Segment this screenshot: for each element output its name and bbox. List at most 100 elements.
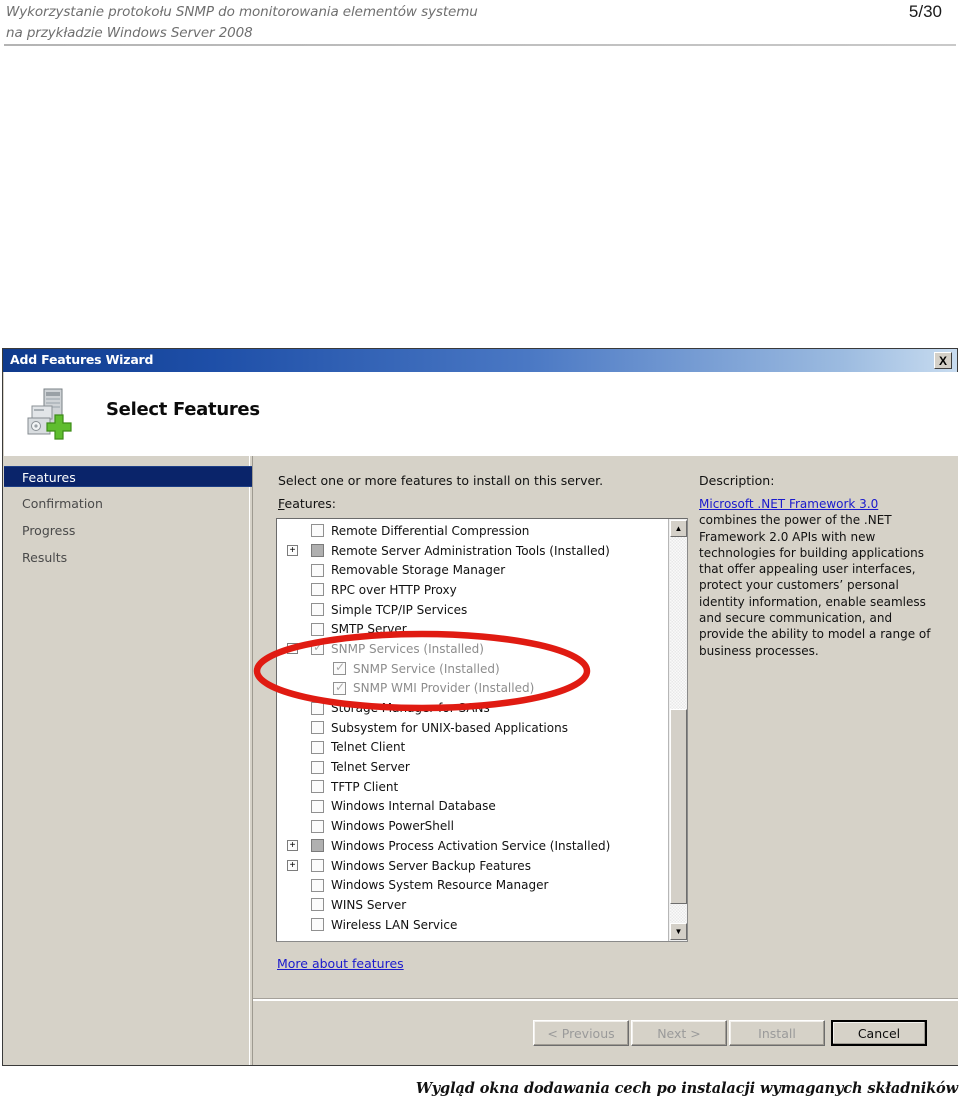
feature-label: WINS Server (331, 897, 407, 912)
window-title-text: Add Features Wizard (10, 352, 154, 367)
tree-row[interactable]: Windows System Resource Manager (277, 875, 669, 895)
feature-checkbox[interactable] (311, 563, 324, 577)
next-button-label: Next > (657, 1025, 701, 1041)
description-label: Description: (699, 473, 775, 488)
features-label-rest: eatures: (284, 496, 336, 511)
feature-label: Wireless LAN Service (331, 917, 458, 932)
feature-label: SNMP Services (Installed) (331, 641, 484, 656)
install-button-label: Install (758, 1025, 796, 1041)
feature-checkbox[interactable] (311, 760, 324, 774)
expand-icon[interactable]: + (287, 860, 298, 872)
scroll-down-icon[interactable]: ▼ (670, 923, 687, 940)
tree-row[interactable]: SNMP Service (Installed) (277, 659, 669, 679)
sidebar-item-features[interactable]: Features (4, 466, 252, 487)
install-button[interactable]: Install (729, 1020, 825, 1046)
instruction-text: Select one or more features to install o… (278, 473, 604, 488)
feature-label: Telnet Server (331, 760, 410, 775)
feature-checkbox[interactable] (333, 660, 346, 676)
feature-checkbox[interactable] (311, 878, 324, 892)
tree-row[interactable]: WINS Server (277, 895, 669, 915)
feature-checkbox[interactable] (311, 819, 324, 833)
features-tree-scrollbar[interactable]: ▲ ▼ (668, 519, 687, 941)
feature-checkbox[interactable] (311, 701, 324, 715)
scrollbar-thumb[interactable] (670, 709, 687, 904)
feature-checkbox[interactable] (311, 544, 324, 558)
add-features-wizard-window: Add Features Wizard X Select Features Fe… (2, 348, 958, 1066)
sidebar-item-progress[interactable]: Progress (12, 520, 248, 541)
sidebar-item-results[interactable]: Results (12, 547, 248, 568)
feature-label: RPC over HTTP Proxy (331, 582, 457, 597)
collapse-icon[interactable]: − (287, 643, 298, 655)
tree-row[interactable]: − SNMP Services (Installed) (277, 639, 669, 659)
feature-checkbox[interactable] (311, 721, 324, 735)
footer-divider (253, 998, 958, 1001)
wizard-steps-sidebar: Features Confirmation Progress Results (4, 456, 252, 1065)
feature-label: TFTP Client (331, 779, 399, 794)
description-pane: Microsoft .NET Framework 3.0 combines th… (699, 496, 939, 659)
expand-icon[interactable]: + (287, 840, 298, 852)
wizard-banner: Select Features (4, 372, 958, 456)
page-number: 5/30 (908, 2, 942, 21)
feature-checkbox[interactable] (311, 640, 324, 656)
feature-label: SMTP Server (331, 622, 407, 637)
feature-label: SNMP Service (Installed) (353, 661, 500, 676)
feature-checkbox[interactable] (311, 583, 324, 597)
features-tree[interactable]: Remote Differential Compression + Remote … (276, 518, 688, 942)
page-header-title: Wykorzystanie protokołu SNMP do monitoro… (6, 2, 626, 44)
tree-row[interactable]: Remote Differential Compression (277, 521, 669, 541)
tree-row[interactable]: Storage Manager for SANs (277, 698, 669, 718)
tree-row[interactable]: SNMP WMI Provider (Installed) (277, 679, 669, 699)
feature-label: Windows System Resource Manager (331, 878, 549, 893)
feature-checkbox[interactable] (333, 680, 346, 695)
features-label: Features: (278, 496, 336, 511)
description-body: combines the power of the .NET Framework… (699, 513, 931, 658)
cancel-button-label: Cancel (857, 1025, 901, 1041)
feature-label: Simple TCP/IP Services (331, 602, 468, 617)
banner-title: Select Features (106, 399, 260, 420)
tree-row[interactable]: Windows Internal Database (277, 797, 669, 817)
tree-row[interactable]: Simple TCP/IP Services (277, 600, 669, 620)
figure-caption: Wygląd okna dodawania cech po instalacji… (415, 1080, 958, 1097)
window-body: Features Confirmation Progress Results S… (4, 456, 958, 1065)
feature-checkbox[interactable] (311, 859, 324, 873)
feature-label: Windows PowerShell (331, 819, 454, 834)
feature-label: Telnet Client (331, 740, 406, 755)
feature-checkbox[interactable] (311, 622, 324, 636)
feature-checkbox[interactable] (311, 918, 324, 932)
feature-checkbox[interactable] (311, 603, 324, 617)
page-header-title-line2: na przykładzie Windows Server 2008 (6, 25, 253, 41)
tree-row[interactable]: TFTP Client (277, 777, 669, 797)
tree-row[interactable]: Subsystem for UNIX-based Applications (277, 718, 669, 738)
tree-row[interactable]: + Windows Process Activation Service (Ins… (277, 836, 669, 856)
close-icon[interactable]: X (934, 352, 952, 369)
cancel-button[interactable]: Cancel (831, 1020, 927, 1046)
feature-checkbox[interactable] (311, 524, 324, 538)
tree-row[interactable]: Wireless LAN Service (277, 915, 669, 935)
tree-row[interactable]: Telnet Server (277, 757, 669, 777)
feature-label: Removable Storage Manager (331, 563, 506, 578)
tree-row[interactable]: + Remote Server Administration Tools (Ins… (277, 541, 669, 561)
feature-label: Storage Manager for SANs (331, 701, 490, 716)
feature-checkbox[interactable] (311, 740, 324, 754)
sidebar-item-confirmation[interactable]: Confirmation (12, 493, 248, 514)
page-header: Wykorzystanie protokołu SNMP do monitoro… (0, 0, 960, 46)
scroll-up-icon[interactable]: ▲ (670, 520, 687, 537)
tree-row[interactable]: Telnet Client (277, 738, 669, 758)
feature-label: SNMP WMI Provider (Installed) (353, 681, 535, 696)
feature-checkbox[interactable] (311, 799, 324, 813)
feature-label: Remote Differential Compression (331, 523, 530, 538)
tree-row[interactable]: + Windows Server Backup Features (277, 856, 669, 876)
feature-checkbox[interactable] (311, 898, 324, 912)
feature-checkbox[interactable] (311, 839, 324, 853)
more-about-features-link[interactable]: More about features (277, 956, 404, 971)
tree-row[interactable]: Removable Storage Manager (277, 560, 669, 580)
tree-row[interactable]: RPC over HTTP Proxy (277, 580, 669, 600)
previous-button[interactable]: < Previous (533, 1020, 629, 1046)
tree-row[interactable]: SMTP Server (277, 619, 669, 639)
feature-checkbox[interactable] (311, 780, 324, 794)
expand-icon[interactable]: + (287, 545, 298, 557)
feature-label: Windows Process Activation Service (Inst… (331, 838, 611, 853)
next-button[interactable]: Next > (631, 1020, 727, 1046)
tree-row[interactable]: Windows PowerShell (277, 816, 669, 836)
description-link[interactable]: Microsoft .NET Framework 3.0 (699, 497, 878, 511)
